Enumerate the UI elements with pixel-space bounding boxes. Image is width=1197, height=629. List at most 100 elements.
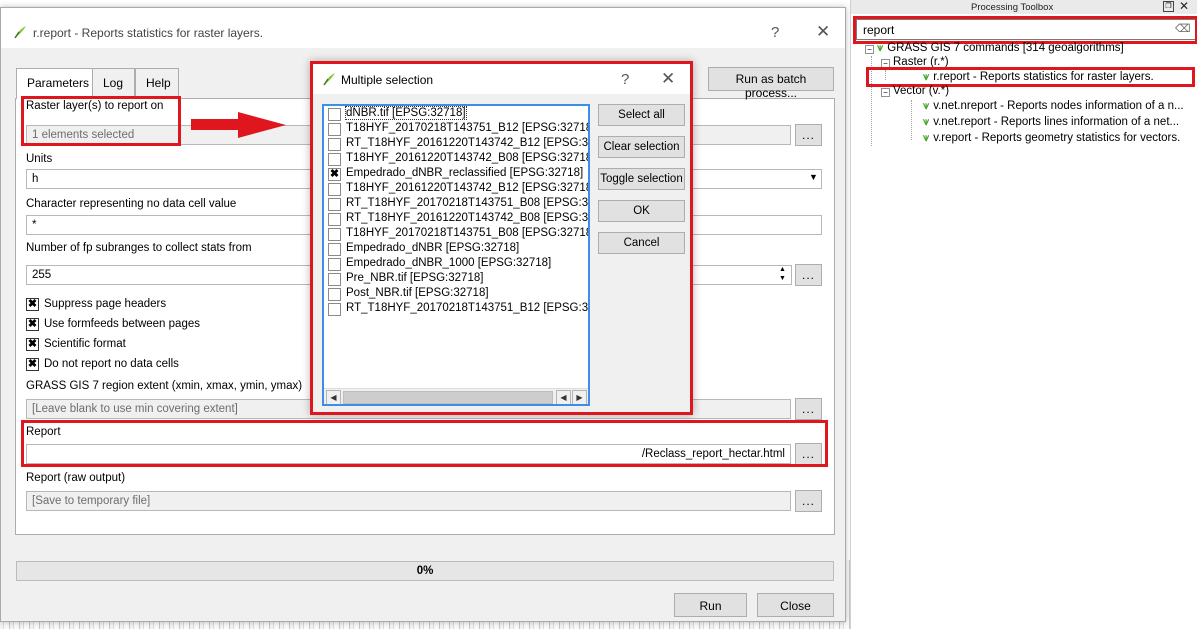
tree-node-raster[interactable]: − Raster (r.*) <box>881 56 949 71</box>
report-output-input[interactable]: /Reclass_report_hectar.html <box>26 444 791 464</box>
tree-node-grass[interactable]: − ⩛ GRASS GIS 7 commands [314 geoalgorithm… <box>865 42 1124 57</box>
layer-checkbox[interactable] <box>328 243 341 256</box>
collapse-icon[interactable]: − <box>865 45 874 54</box>
checkbox-mark[interactable]: ✖ <box>26 338 39 351</box>
layer-list-item[interactable]: T18HYF_20170218T143751_B08 [EPSG:32718] <box>324 227 588 242</box>
checkbox-label: Scientific format <box>44 338 126 350</box>
checkbox-mark[interactable]: ✖ <box>26 318 39 331</box>
layer-checkbox[interactable] <box>328 108 341 121</box>
cancel-button[interactable]: Cancel <box>598 232 685 254</box>
toolbox-title: Processing Toolbox <box>971 2 1054 13</box>
layer-name: RT_T18HYF_20170218T143751_B08 [EPSG:3271… <box>346 197 590 209</box>
layer-list-item[interactable]: Empedrado_dNBR [EPSG:32718] <box>324 242 588 257</box>
float-panel-icon[interactable]: ❐ <box>1163 1 1174 12</box>
toolbox-header: Processing Toolbox ❐ ✕ <box>851 0 1197 14</box>
layer-checkbox[interactable] <box>328 198 341 211</box>
layer-list-item[interactable]: T18HYF_20170218T143751_B12 [EPSG:32718] <box>324 122 590 137</box>
spinner-arrows-icon[interactable]: ▲ ▼ <box>779 265 786 283</box>
layer-name: T18HYF_20170218T143751_B12 [EPSG:32718] <box>346 122 590 134</box>
layer-checkbox[interactable] <box>328 183 341 196</box>
close-icon[interactable]: ✕ <box>661 69 675 89</box>
tree-node-v-net-report[interactable]: ⩛ v.net.report - Reports lines informatio… <box>923 116 1179 131</box>
layer-name: T18HYF_20161220T143742_B08 [EPSG:32718] <box>346 152 590 164</box>
help-button[interactable]: ? <box>771 24 779 41</box>
close-icon[interactable]: ✕ <box>816 22 830 42</box>
layer-list-item[interactable]: RT_T18HYF_20170218T143751_B12 [EPSG:3271… <box>324 302 588 317</box>
tree-node-label: v.net.nreport - Reports nodes informatio… <box>933 100 1184 112</box>
layer-checkbox[interactable] <box>328 303 341 316</box>
scroll-thumb[interactable] <box>343 391 553 404</box>
layer-name: RT_T18HYF_20161220T143742_B12 [EPSG:3271… <box>346 137 590 149</box>
scroll-left-icon[interactable]: ◀ <box>556 390 571 404</box>
layer-list-item[interactable]: Pre_NBR.tif [EPSG:32718] <box>324 272 588 287</box>
tab-parameters[interactable]: Parameters <box>16 68 93 99</box>
tree-node-label: v.report - Reports geometry statistics f… <box>933 132 1181 144</box>
layer-checkbox[interactable] <box>328 228 341 241</box>
raw-output-browse-button[interactable]: ... <box>795 490 822 512</box>
scroll-right-icon[interactable]: ▶ <box>572 390 587 404</box>
clear-search-icon[interactable]: ⌫ <box>1175 22 1191 35</box>
layer-list-item[interactable]: RT_T18HYF_20161220T143742_B12 [EPSG:3271… <box>324 137 590 152</box>
layer-list-item[interactable]: RT_T18HYF_20170218T143751_B08 [EPSG:3271… <box>324 197 590 212</box>
grass-icon: ⩛ <box>877 42 884 54</box>
layer-name: Empedrado_dNBR_1000 [EPSG:32718] <box>346 257 552 269</box>
run-button[interactable]: Run <box>674 593 747 617</box>
tree-node-v-report[interactable]: ⩛ v.report - Reports geometry statistics … <box>923 132 1180 147</box>
select-all-button[interactable]: Select all <box>598 104 685 126</box>
close-panel-icon[interactable]: ✕ <box>1179 0 1189 13</box>
layer-checkbox[interactable]: ✖ <box>328 168 341 181</box>
toggle-selection-button[interactable]: Toggle selection <box>598 168 685 190</box>
layer-list[interactable]: dNBR.tif [EPSG:32718] T18HYF_20170218T143… <box>322 104 590 406</box>
layer-list-item[interactable]: dNBR.tif [EPSG:32718] <box>324 106 588 122</box>
tab-log[interactable]: Log <box>92 68 135 97</box>
layer-list-item[interactable]: ✖ Empedrado_dNBR_reclassified [EPSG:32718… <box>324 167 588 182</box>
layer-name: Post_NBR.tif [EPSG:32718] <box>346 287 489 299</box>
layer-checkbox[interactable] <box>328 258 341 271</box>
layer-checkbox[interactable] <box>328 213 341 226</box>
report-browse-button[interactable]: ... <box>795 443 822 465</box>
collapse-icon[interactable]: − <box>881 88 890 97</box>
raster-layers-browse-button[interactable]: ... <box>795 124 822 146</box>
checkbox-mark[interactable]: ✖ <box>26 358 39 371</box>
layer-list-item[interactable]: RT_T18HYF_20161220T143742_B08 [EPSG:3271… <box>324 212 588 227</box>
help-button[interactable]: ? <box>621 71 629 88</box>
tree-node-label: Raster (r.*) <box>893 56 949 68</box>
chevron-down-icon[interactable]: ▼ <box>809 172 818 182</box>
tree-node-label: Vector (v.*) <box>893 85 950 97</box>
clear-selection-button[interactable]: Clear selection <box>598 136 685 158</box>
layer-list-item[interactable]: T18HYF_20161220T143742_B08 [EPSG:32718] <box>324 152 590 167</box>
processing-toolbox-panel: Processing Toolbox ❐ ✕ report ⌫ − ⩛ GRASS … <box>850 0 1197 629</box>
raw-output-input[interactable]: [Save to temporary file] <box>26 491 791 511</box>
checkbox-mark[interactable]: ✖ <box>26 298 39 311</box>
grass-icon: ⩛ <box>923 116 930 128</box>
tab-help[interactable]: Help <box>135 68 179 97</box>
layer-name: Empedrado_dNBR_reclassified [EPSG:32718] <box>346 167 584 179</box>
tree-node-vector[interactable]: − Vector (v.*) <box>881 85 949 100</box>
layer-checkbox[interactable] <box>328 273 341 286</box>
layer-checkbox[interactable] <box>328 138 341 151</box>
close-button[interactable]: Close <box>757 593 834 617</box>
layer-checkbox[interactable] <box>328 288 341 301</box>
subranges-expression-button[interactable]: ... <box>795 264 822 286</box>
ok-button[interactable]: OK <box>598 200 685 222</box>
scroll-left-icon[interactable]: ◀ <box>326 390 341 404</box>
subranges-label: Number of fp subranges to collect stats … <box>26 242 252 254</box>
progress-bar: 0% <box>16 561 834 581</box>
layer-list-item[interactable]: T18HYF_20161220T143742_B12 [EPSG:32718] <box>324 182 588 197</box>
collapse-icon[interactable]: − <box>881 59 890 68</box>
dialog-title: Multiple selection <box>341 73 434 87</box>
toolbox-search-input[interactable]: report <box>856 19 1196 40</box>
progress-text: 0% <box>416 565 434 577</box>
run-batch-button[interactable]: Run as batch process... <box>708 67 834 100</box>
horizontal-scrollbar[interactable]: ◀ ◀ ▶ <box>324 388 588 404</box>
raster-layers-label: Raster layer(s) to report on <box>26 100 164 112</box>
checkbox-label: Do not report no data cells <box>44 358 179 370</box>
layer-checkbox[interactable] <box>328 153 341 166</box>
tree-node-v-net-nreport[interactable]: ⩛ v.net.nreport - Reports nodes informati… <box>923 100 1184 115</box>
layer-list-item[interactable]: Post_NBR.tif [EPSG:32718] <box>324 287 588 302</box>
raw-output-label: Report (raw output) <box>26 472 126 484</box>
layer-list-item[interactable]: Empedrado_dNBR_1000 [EPSG:32718] <box>324 257 588 272</box>
region-extent-button[interactable]: ... <box>795 398 822 420</box>
tree-node-r-report[interactable]: ⩛ r.report - Reports statistics for raste… <box>923 71 1154 86</box>
layer-checkbox[interactable] <box>328 123 341 136</box>
